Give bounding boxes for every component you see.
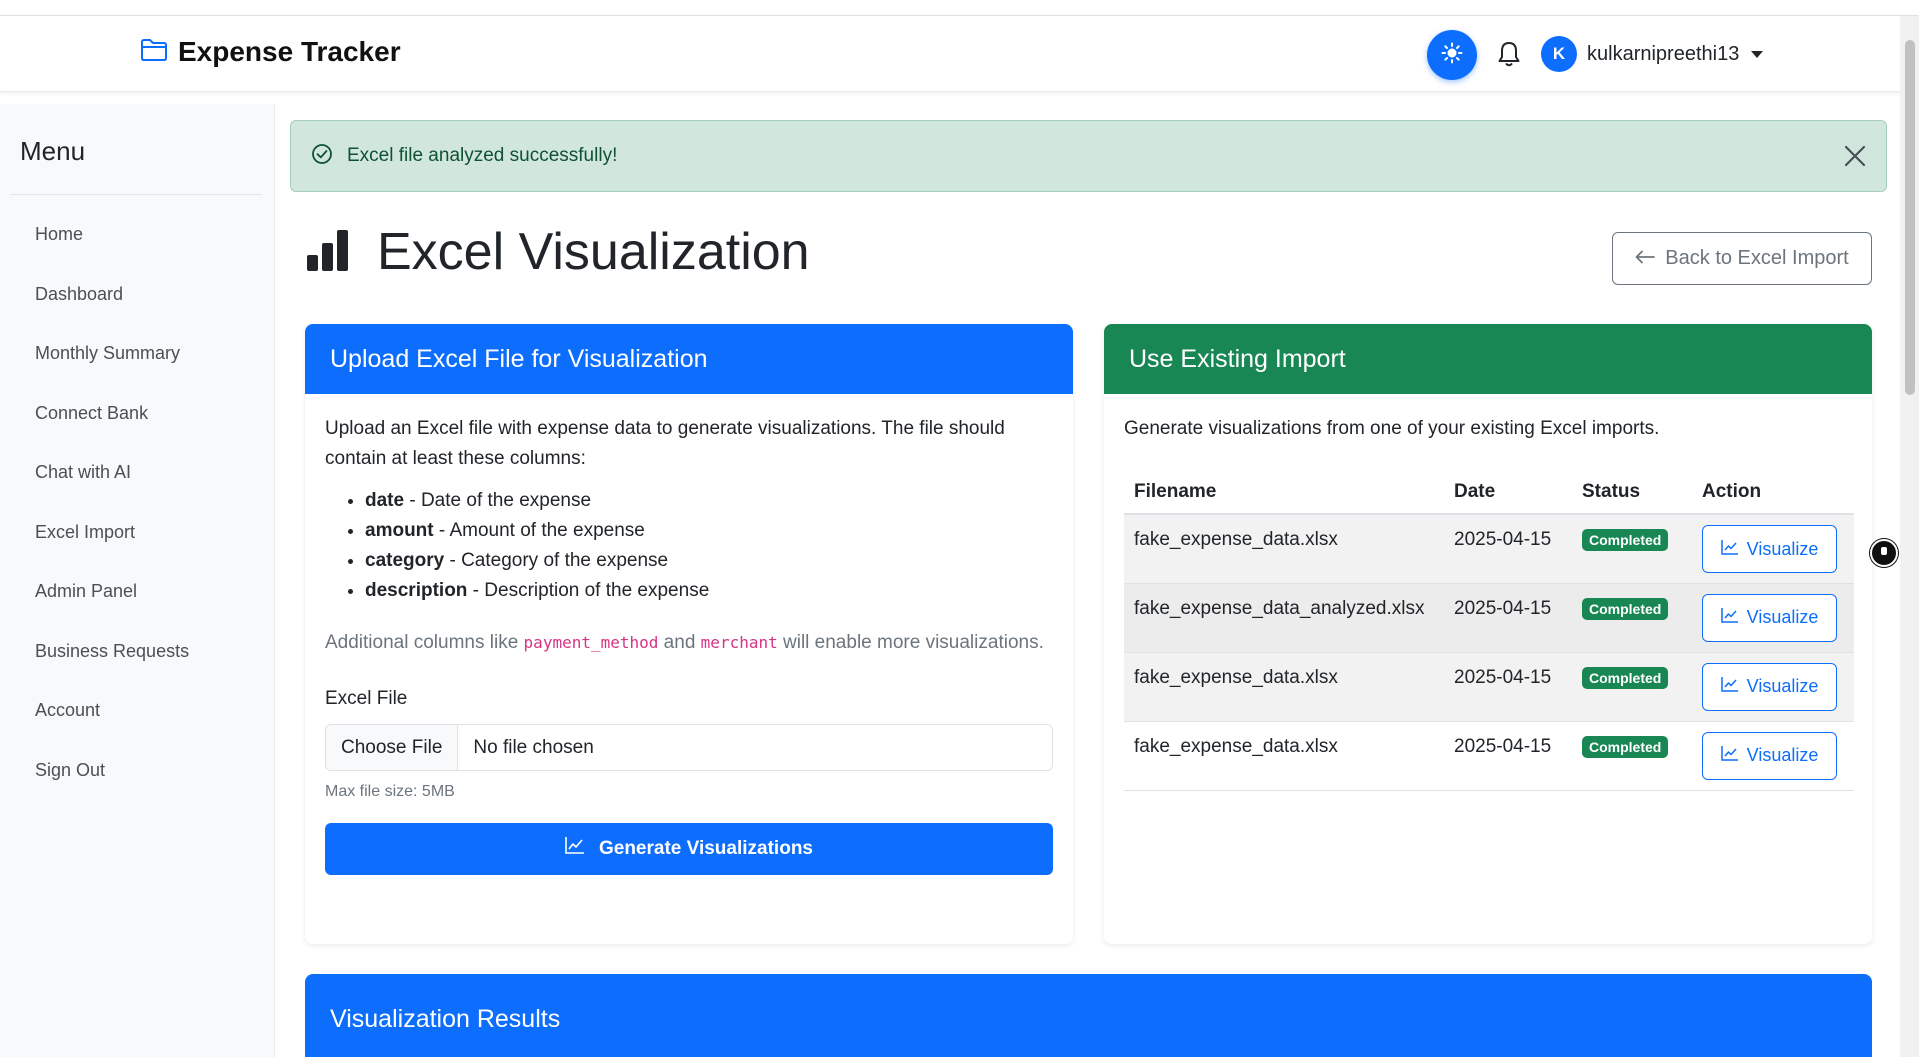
line-chart-icon xyxy=(1720,607,1739,628)
visualize-button[interactable]: Visualize xyxy=(1702,731,1837,780)
list-item: category - Category of the expense xyxy=(365,546,1053,576)
chevron-down-icon xyxy=(1751,50,1764,58)
status-badge: Completed xyxy=(1582,666,1669,689)
status-badge: Completed xyxy=(1582,597,1669,620)
menu-divider xyxy=(10,194,262,195)
visualize-button[interactable]: Visualize xyxy=(1702,593,1837,642)
required-columns-list: date - Date of the expense amount - Amou… xyxy=(365,486,1053,606)
arrow-left-icon xyxy=(1635,247,1656,270)
excel-file-input[interactable]: Choose File No file chosen xyxy=(325,724,1053,771)
line-chart-icon xyxy=(565,834,585,864)
line-chart-icon xyxy=(1720,745,1739,766)
status-cell: Completed xyxy=(1572,652,1692,722)
sidebar-item-account[interactable]: Account xyxy=(35,690,189,750)
filename-cell: fake_expense_data.xlsx xyxy=(1124,514,1444,584)
upload-intro: Upload an Excel file with expense data t… xyxy=(325,418,1005,469)
date-cell: 2025-04-15 xyxy=(1444,514,1572,584)
visualize-button[interactable]: Visualize xyxy=(1702,525,1837,573)
bar-chart-icon xyxy=(305,227,351,278)
table-row: fake_expense_data.xlsx 2025-04-15 Comple… xyxy=(1124,721,1854,791)
upload-card: Upload Excel File for Visualization Uplo… xyxy=(305,324,1073,944)
generate-label: Generate Visualizations xyxy=(598,838,813,859)
list-item: amount - Amount of the expense xyxy=(365,516,1053,546)
sidebar-item-home[interactable]: Home xyxy=(35,214,189,274)
excel-file-label: Excel File xyxy=(325,688,408,709)
filename-cell: fake_expense_data.xlsx xyxy=(1124,721,1444,791)
list-item: date - Date of the expense xyxy=(365,486,1053,516)
upload-card-header: Upload Excel File for Visualization xyxy=(305,324,1073,394)
action-cell: Visualize xyxy=(1692,583,1854,653)
top-border xyxy=(0,0,1919,16)
status-badge: Completed xyxy=(1582,529,1669,551)
existing-description: Generate visualizations from one of your… xyxy=(1124,418,1660,439)
max-file-size-hint: Max file size: 5MB xyxy=(325,783,455,800)
close-icon[interactable] xyxy=(1844,145,1866,172)
visualize-button[interactable]: Visualize xyxy=(1702,662,1837,711)
date-cell: 2025-04-15 xyxy=(1444,652,1572,722)
chat-widget-icon[interactable] xyxy=(1870,539,1898,567)
action-cell: Visualize xyxy=(1692,652,1854,722)
brand[interactable]: Expense Tracker xyxy=(140,36,401,68)
bell-icon[interactable] xyxy=(1497,40,1521,73)
avatar: K xyxy=(1541,36,1577,72)
alert-message: Excel file analyzed successfully! xyxy=(347,145,618,166)
sidebar-item-excel-import[interactable]: Excel Import xyxy=(35,512,189,572)
status-cell: Completed xyxy=(1572,514,1692,584)
column-header: Date xyxy=(1444,470,1572,515)
sidebar-item-chat-with-ai[interactable]: Chat with AI xyxy=(35,452,189,512)
page-header: Excel Visualization xyxy=(305,222,810,282)
username: kulkarnipreethi13 xyxy=(1587,42,1740,65)
imports-table: Filename Date Status Action fake_expense… xyxy=(1124,470,1854,791)
existing-import-card: Use Existing Import Generate visualizati… xyxy=(1104,324,1872,944)
additional-columns-note: Additional columns like payment_method a… xyxy=(325,632,1044,653)
sidebar-item-monthly-summary[interactable]: Monthly Summary xyxy=(35,333,189,393)
sidebar-item-admin-panel[interactable]: Admin Panel xyxy=(35,571,189,631)
menu-title: Menu xyxy=(20,136,86,166)
brand-title: Expense Tracker xyxy=(178,36,401,67)
sidebar-item-dashboard[interactable]: Dashboard xyxy=(35,274,189,334)
sun-icon xyxy=(1441,42,1463,69)
check-circle-icon xyxy=(311,143,333,170)
table-row: fake_expense_data.xlsx 2025-04-15 Comple… xyxy=(1124,652,1854,722)
column-header: Status xyxy=(1572,470,1692,515)
action-cell: Visualize xyxy=(1692,721,1854,791)
status-cell: Completed xyxy=(1572,583,1692,653)
table-row: fake_expense_data_analyzed.xlsx 2025-04-… xyxy=(1124,583,1854,653)
sidebar-item-sign-out[interactable]: Sign Out xyxy=(35,750,189,810)
line-chart-icon xyxy=(1720,676,1739,697)
page-title: Excel Visualization xyxy=(377,223,810,281)
choose-file-button[interactable]: Choose File xyxy=(326,725,459,770)
scrollbar-thumb[interactable] xyxy=(1905,40,1915,395)
visualization-results-header: Visualization Results xyxy=(305,974,1872,1057)
generate-visualizations-button[interactable]: Generate Visualizations xyxy=(325,823,1053,875)
sidebar-item-connect-bank[interactable]: Connect Bank xyxy=(35,393,189,453)
sidebar-item-business-requests[interactable]: Business Requests xyxy=(35,631,189,691)
date-cell: 2025-04-15 xyxy=(1444,721,1572,791)
table-row: fake_expense_data.xlsx 2025-04-15 Comple… xyxy=(1124,514,1854,584)
line-chart-icon xyxy=(1720,539,1739,560)
existing-card-header: Use Existing Import xyxy=(1104,324,1872,394)
status-cell: Completed xyxy=(1572,721,1692,791)
action-cell: Visualize xyxy=(1692,514,1854,584)
success-alert: Excel file analyzed successfully! xyxy=(290,120,1887,192)
back-to-excel-import-button[interactable]: Back to Excel Import xyxy=(1612,232,1872,285)
column-header: Filename xyxy=(1124,470,1444,515)
status-badge: Completed xyxy=(1582,735,1669,758)
sidebar: Menu Home Dashboard Monthly Summary Conn… xyxy=(0,104,275,1057)
filename-cell: fake_expense_data.xlsx xyxy=(1124,652,1444,722)
user-menu[interactable]: K kulkarnipreethi13 xyxy=(1541,36,1764,72)
list-item: description - Description of the expense xyxy=(365,576,1053,606)
theme-toggle-button[interactable] xyxy=(1427,30,1477,80)
column-header: Action xyxy=(1692,470,1854,515)
filename-cell: fake_expense_data_analyzed.xlsx xyxy=(1124,583,1444,653)
folder-icon xyxy=(140,38,168,67)
navbar: Expense Tracker K kulkarnipreethi13 xyxy=(0,16,1900,92)
back-button-label: Back to Excel Import xyxy=(1665,247,1849,269)
date-cell: 2025-04-15 xyxy=(1444,583,1572,653)
menu-list: Home Dashboard Monthly Summary Connect B… xyxy=(35,214,189,809)
no-file-chosen-text: No file chosen xyxy=(473,736,594,758)
